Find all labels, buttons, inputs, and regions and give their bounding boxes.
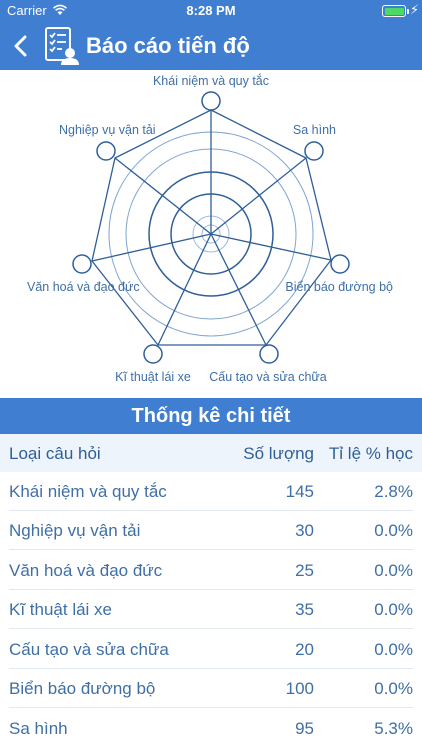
stats-title: Thống kê chi tiết — [0, 398, 422, 434]
clock: 8:28 PM — [186, 3, 236, 18]
charging-icon: ⚡ — [410, 2, 420, 17]
radar-label-3: Biển báo đường bộ — [285, 280, 393, 294]
header-type: Loại câu hỏi — [9, 444, 101, 463]
table-row[interactable]: Khái niệm và quy tắc 145 2.8% — [0, 472, 422, 511]
radar-vertex-3 — [330, 254, 350, 274]
report-icon — [45, 27, 79, 65]
row-count: 145 — [285, 482, 314, 501]
row-rate: 0.0% — [374, 679, 413, 698]
table-row[interactable]: Cấu tạo và sửa chữa 20 0.0% — [0, 630, 422, 669]
radar-label-7: Nghiệp vụ vận tải — [59, 123, 156, 137]
row-type: Nghiệp vụ vận tải — [9, 521, 141, 540]
row-count: 25 — [295, 561, 314, 580]
table-row[interactable]: Văn hoá và đạo đức 25 0.0% — [0, 551, 422, 590]
radar-vertex-2 — [304, 141, 324, 161]
battery-cap — [407, 9, 409, 14]
row-rate: 0.0% — [374, 640, 413, 659]
row-count: 95 — [295, 719, 314, 738]
row-divider — [9, 707, 413, 708]
radar-vertex-4 — [259, 344, 279, 364]
table-row[interactable]: Biển báo đường bộ 100 0.0% — [0, 669, 422, 708]
row-type: Khái niệm và quy tắc — [9, 482, 167, 501]
row-type: Sa hình — [9, 719, 68, 738]
table-header: Loại câu hỏi Số lượng Tỉ lệ % học — [0, 434, 422, 472]
row-rate: 0.0% — [374, 561, 413, 580]
radar-label-1: Khái niệm và quy tắc — [153, 73, 269, 88]
radar-vertex-1 — [201, 91, 221, 111]
row-type: Văn hoá và đạo đức — [9, 561, 163, 580]
row-count: 35 — [295, 600, 314, 619]
row-type: Biển báo đường bộ — [9, 679, 156, 698]
radar-chart: Khái niệm và quy tắc Sa hình Biển báo đư… — [27, 73, 393, 384]
table-row[interactable]: Sa hình 95 5.3% — [0, 709, 422, 748]
row-count: 20 — [295, 640, 314, 659]
table-row[interactable]: Nghiệp vụ vận tải 30 0.0% — [0, 511, 422, 550]
row-divider — [9, 628, 413, 629]
radar-spoke-5 — [157, 233, 212, 346]
row-count: 100 — [285, 679, 314, 698]
radar-spoke-4 — [210, 233, 267, 346]
row-type: Kĩ thuật lái xe — [9, 600, 113, 619]
radar-label-4: Cấu tạo và sửa chữa — [209, 370, 327, 384]
radar-label-6: Văn hoá và đạo đức — [27, 280, 140, 294]
radar-label-5: Kĩ thuật lái xe — [115, 370, 191, 384]
row-type: Cấu tạo và sửa chữa — [9, 640, 169, 659]
row-rate: 0.0% — [374, 600, 413, 619]
radar-vertex-5 — [143, 344, 163, 364]
table-row[interactable]: Kĩ thuật lái xe 35 0.0% — [0, 590, 422, 629]
page-title: Báo cáo tiến độ — [86, 33, 250, 58]
battery-icon — [382, 5, 406, 17]
row-rate: 5.3% — [374, 719, 413, 738]
status-bar: Carrier 8:28 PM ⚡ — [0, 0, 422, 22]
nav-header: Carrier 8:28 PM ⚡ Báo cáo tiến độ — [0, 0, 422, 70]
row-count: 30 — [295, 521, 314, 540]
row-rate: 2.8% — [374, 482, 413, 501]
radar-vertex-7 — [96, 141, 116, 161]
row-rate: 0.0% — [374, 521, 413, 540]
header-rate: Tỉ lệ % học — [328, 444, 413, 463]
radar-vertex-6 — [72, 254, 92, 274]
header-count: Số lượng — [243, 444, 314, 463]
row-divider — [9, 549, 413, 550]
back-icon[interactable] — [10, 33, 32, 59]
radar-label-2: Sa hình — [293, 123, 336, 137]
